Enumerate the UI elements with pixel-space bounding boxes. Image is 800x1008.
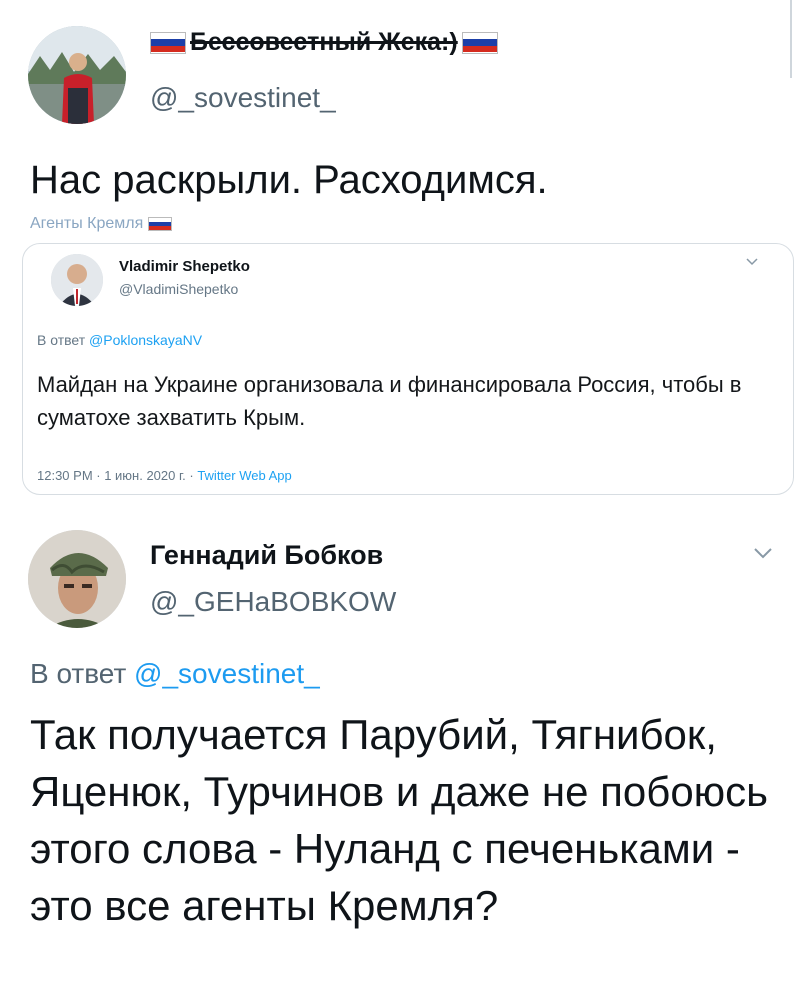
display-name[interactable]: Геннадий Бобков [150,540,383,571]
reply-to-link[interactable]: @PoklonskayaNV [89,332,202,348]
russian-flag-icon [148,217,173,231]
tweet-text: Нас раскрыли. Расходимся. [30,158,548,202]
user-handle[interactable]: @_GEHaBOBKOW [150,586,396,618]
quoted-avatar[interactable] [51,254,103,306]
tag-label: Агенты Кремля [30,215,144,232]
quoted-tweet-meta: 12:30 PM · 1 июн. 2020 г. · Twitter Web … [37,468,292,483]
tweet-tag: Агенты Кремля [30,215,173,233]
display-name[interactable]: Бессовестный Жека:) [150,28,498,57]
user-handle[interactable]: @_sovestinet_ [150,82,336,114]
chevron-down-icon[interactable] [752,536,774,567]
tweet-text: Так получается Парубий, Тягнибок, Яценюк… [30,711,769,929]
russian-flag-icon [150,31,186,54]
quoted-reply-context: В ответ @PoklonskayaNV [37,332,202,348]
russian-flag-icon [461,31,498,54]
reply-context: В ответ @_sovestinet_ [30,658,320,690]
reply-prefix: В ответ [30,658,127,689]
reply-prefix: В ответ [37,332,86,348]
chevron-down-icon[interactable] [745,254,759,270]
tweet-source[interactable]: Twitter Web App [197,468,291,483]
quoted-tweet-card[interactable]: Vladimir Shepetko @VladimiShepetko В отв… [22,243,794,495]
quoted-display-name[interactable]: Vladimir Shepetko [119,258,250,275]
reply-to-link[interactable]: @_sovestinet_ [134,658,320,689]
divider [790,0,792,78]
tweet-timestamp[interactable]: 12:30 PM · 1 июн. 2020 г. · [37,468,197,483]
avatar[interactable] [28,26,126,124]
quoted-tweet-text: Майдан на Украине организовала и финанси… [37,372,742,430]
avatar[interactable] [28,530,126,628]
display-name-text: Бессовестный Жека:) [190,28,458,56]
quoted-user-handle[interactable]: @VladimiShepetko [119,281,238,297]
